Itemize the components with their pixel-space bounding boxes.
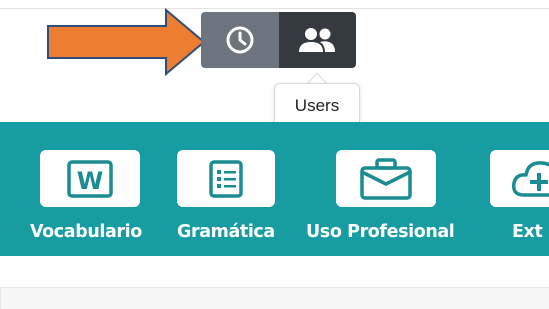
word-document-icon: W [67,159,113,198]
category-nav-bar: W Vocabulario Gramática Uso Profesional … [0,122,549,256]
uso-profesional-label: Uso Profesional [306,222,455,242]
content-panel [0,287,549,309]
users-button[interactable] [278,12,356,68]
uso-profesional-tile[interactable] [336,150,436,207]
list-icon [209,159,243,198]
history-button[interactable] [201,12,279,68]
view-toggle-group [201,12,356,68]
orange-arrow-annotation [47,8,206,77]
vocabulario-tile[interactable]: W [40,150,140,207]
cloud-add-icon [511,160,549,197]
ext-tile[interactable] [490,150,549,207]
gramatica-tile[interactable] [177,150,275,207]
vocabulario-label: Vocabulario [30,222,142,242]
ext-label: Ext [512,222,543,242]
users-icon [299,28,336,52]
briefcase-icon [360,157,412,200]
gramatica-label: Gramática [177,222,275,242]
clock-icon [226,26,254,54]
svg-text:W: W [77,167,103,195]
